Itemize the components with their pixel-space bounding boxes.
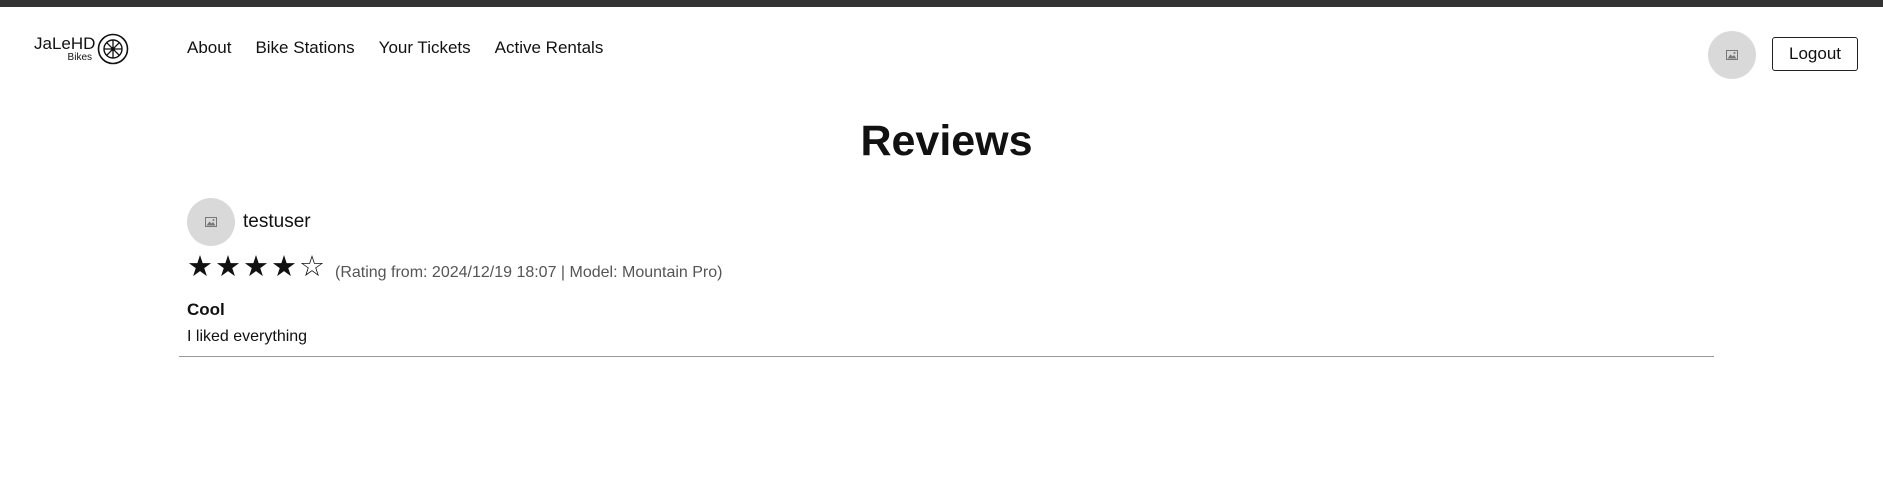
review-body: I liked everything bbox=[187, 328, 308, 345]
site-header: JaLeHD Bikes About Bike Stations Your Ti… bbox=[0, 7, 1883, 89]
star-filled-icon: ★ bbox=[271, 249, 297, 283]
top-accent-bar bbox=[0, 0, 1883, 7]
star-filled-icon: ★ bbox=[215, 249, 241, 283]
page-title: Reviews bbox=[860, 117, 1033, 165]
reviewer-avatar bbox=[187, 198, 235, 246]
review-title: Cool bbox=[187, 300, 225, 319]
logo-main-text: JaLeHD bbox=[34, 34, 96, 53]
nav-bike-stations[interactable]: Bike Stations bbox=[255, 38, 354, 58]
star-filled-icon: ★ bbox=[243, 249, 269, 283]
image-placeholder-icon bbox=[1726, 50, 1738, 60]
star-empty-icon: ☆ bbox=[299, 249, 325, 283]
rating-meta: (Rating from: 2024/12/19 18:07 | Model: … bbox=[335, 264, 723, 281]
bike-wheel-icon bbox=[97, 33, 129, 65]
image-placeholder-icon bbox=[205, 217, 217, 227]
star-rating: ★ ★ ★ ★ ☆ bbox=[187, 251, 327, 281]
user-avatar[interactable] bbox=[1708, 31, 1756, 79]
nav-your-tickets[interactable]: Your Tickets bbox=[379, 38, 471, 58]
main-nav: About Bike Stations Your Tickets Active … bbox=[187, 38, 627, 58]
nav-active-rentals[interactable]: Active Rentals bbox=[495, 38, 604, 58]
logout-button[interactable]: Logout bbox=[1772, 37, 1858, 71]
nav-about[interactable]: About bbox=[187, 38, 231, 58]
review-item: testuser ★ ★ ★ ★ ☆ (Rating from: 2024/12… bbox=[179, 197, 1714, 357]
logo-text: JaLeHD Bikes bbox=[34, 34, 96, 63]
reviewer-username: testuser bbox=[243, 211, 311, 232]
logo-sub-text: Bikes bbox=[67, 52, 92, 63]
star-filled-icon: ★ bbox=[187, 249, 213, 283]
